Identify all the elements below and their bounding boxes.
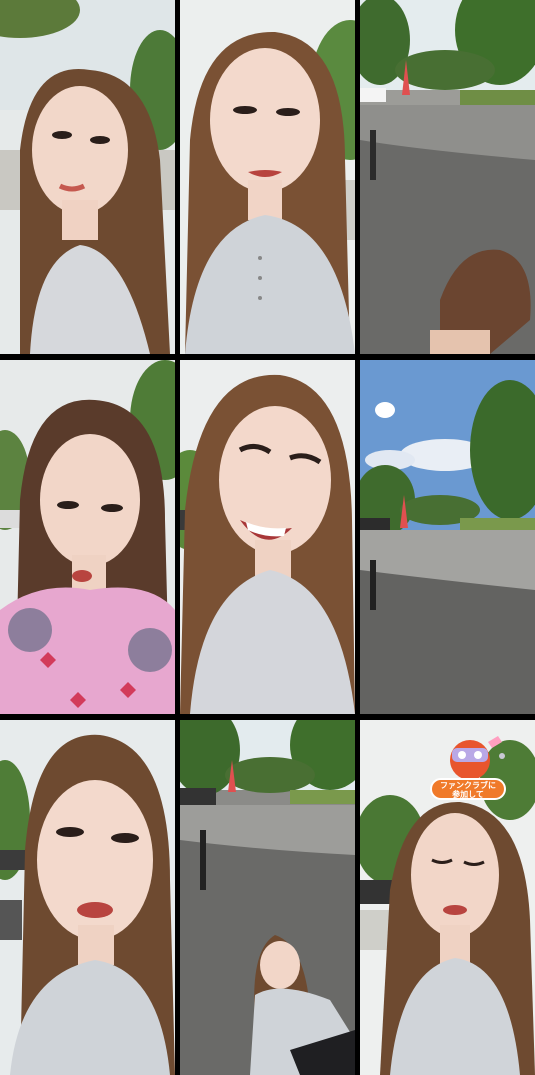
video-grid: ファンクラブに 参加して <box>0 0 535 1075</box>
video-tile-6[interactable] <box>360 360 535 714</box>
fanclub-badge-label: ファンクラブに 参加して <box>430 778 506 800</box>
video-tile-4[interactable] <box>0 360 175 714</box>
video-tile-9[interactable]: ファンクラブに 参加して <box>360 720 535 1075</box>
tile-6-image <box>360 360 535 714</box>
fanclub-badge-line2: 参加して <box>452 790 484 799</box>
video-tile-2[interactable] <box>180 0 355 354</box>
tile-8-image <box>180 720 355 1075</box>
fanclub-badge-line1: ファンクラブに <box>440 781 496 790</box>
tile-1-image <box>0 0 175 354</box>
tile-5-image <box>180 360 355 714</box>
video-tile-7[interactable] <box>0 720 175 1075</box>
video-tile-3[interactable] <box>360 0 535 354</box>
tile-3-image <box>360 0 535 354</box>
video-tile-1[interactable] <box>0 0 175 354</box>
video-tile-8[interactable] <box>180 720 355 1075</box>
tile-7-image <box>0 720 175 1075</box>
fanclub-mascot-icon <box>450 736 505 780</box>
tile-2-image <box>180 0 355 354</box>
video-tile-5[interactable] <box>180 360 355 714</box>
fanclub-badge[interactable]: ファンクラブに 参加して <box>430 732 510 804</box>
tile-4-image <box>0 360 175 714</box>
